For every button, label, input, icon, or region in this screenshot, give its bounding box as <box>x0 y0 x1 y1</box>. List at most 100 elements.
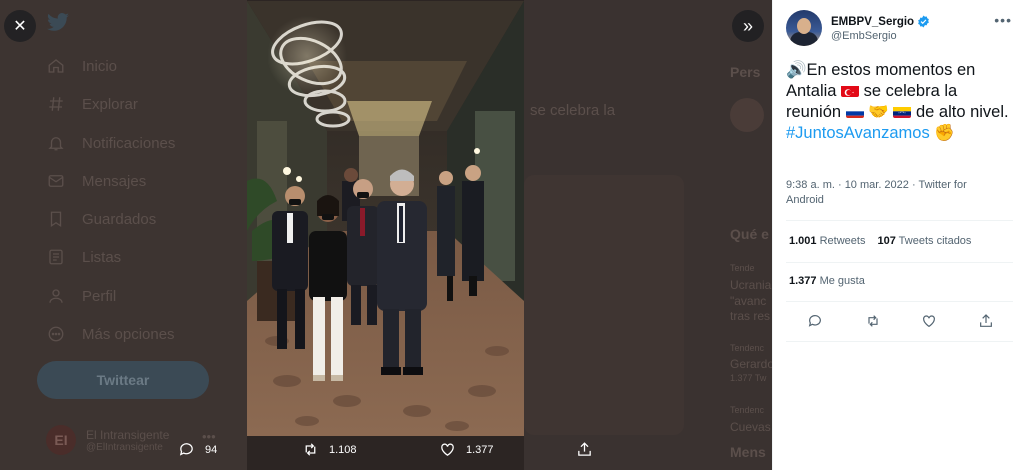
expand-panel-button[interactable]: » <box>732 10 764 42</box>
author-name[interactable]: EMBPV_Sergio <box>831 16 914 28</box>
reply-icon <box>179 443 193 456</box>
background-media-preview <box>524 175 684 435</box>
share-icon <box>578 442 591 456</box>
likes-label: Me gusta <box>819 275 865 287</box>
like-button[interactable] <box>919 311 939 331</box>
tweet-photo[interactable] <box>247 1 524 436</box>
nav-label: Más opciones <box>82 325 175 343</box>
nav-label: Explorar <box>82 95 138 113</box>
list-icon <box>46 247 66 267</box>
trend-snippet: Tende <box>730 263 755 273</box>
nav-label: Guardados <box>82 210 157 228</box>
avatar[interactable] <box>786 10 822 46</box>
tweet-button[interactable]: Twittear <box>37 361 209 399</box>
nav-item-explore[interactable]: Explorar <box>46 94 138 114</box>
reply-icon <box>808 315 821 327</box>
turkey-flag-icon <box>841 84 860 97</box>
russia-flag-icon <box>845 105 864 118</box>
more-options-button[interactable]: ••• <box>994 12 1012 28</box>
retweet-icon <box>868 315 878 327</box>
more-horizontal-icon: ••• <box>994 12 1012 28</box>
nav-item-notifications[interactable]: Notificaciones <box>46 133 175 153</box>
nav-label: Inicio <box>82 57 118 75</box>
background-tweet-snippet: se celebra la <box>530 102 616 119</box>
nav-item-profile[interactable]: Perfil <box>46 286 116 306</box>
trend-snippet: 1.377 Tw <box>730 373 767 383</box>
share-button[interactable] <box>576 441 593 458</box>
more-icon <box>46 324 66 344</box>
share-icon <box>980 314 992 327</box>
tweet-author[interactable]: EMBPV_Sergio @EmbSergio <box>786 10 930 46</box>
trend-snippet: "avanc <box>730 294 767 308</box>
venezuela-flag-icon <box>893 105 912 118</box>
tweet-action-bar <box>773 311 1024 331</box>
reply-button[interactable]: 94 <box>178 441 217 458</box>
reply-count: 94 <box>205 443 218 456</box>
retweets-label: Retweets <box>819 235 866 247</box>
nav-label: Mensajes <box>82 172 147 190</box>
share-button[interactable] <box>976 311 996 331</box>
background-side-heading: Pers <box>730 64 761 80</box>
nav-label: Notificaciones <box>82 134 176 152</box>
retweet-button[interactable] <box>863 311 883 331</box>
media-action-bar: 94 1.108 1.377 <box>0 441 772 467</box>
quotes-label: Tweets citados <box>898 235 972 247</box>
retweets-stat[interactable]: 1.001 Retweets <box>789 235 865 247</box>
tweet-stats: 1.001 Retweets 107 Tweets citados <box>789 235 971 247</box>
nav-item-home[interactable]: Inicio <box>46 56 117 76</box>
home-icon <box>46 56 66 76</box>
likes-count: 1.377 <box>789 275 817 287</box>
nav-label: Perfil <box>82 287 117 305</box>
divider <box>786 262 1013 263</box>
hashtag-link[interactable]: #JuntosAvanzamos <box>786 124 930 142</box>
verified-badge-icon <box>918 15 929 28</box>
like-count: 1.377 <box>466 443 494 456</box>
nav-item-bookmarks[interactable]: Guardados <box>46 209 156 229</box>
trend-snippet: Tendenc <box>730 405 765 415</box>
trend-snippet: Tendenc <box>730 343 765 353</box>
divider <box>786 301 1013 302</box>
raised-fist-icon: ✊ <box>934 124 955 142</box>
retweet-count: 1.108 <box>329 443 357 456</box>
trends-heading: Qué e <box>730 226 769 242</box>
heart-icon <box>441 443 454 456</box>
tweet-detail-panel: EMBPV_Sergio @EmbSergio ••• 🔊En estos mo… <box>772 0 1024 470</box>
trend-snippet: tras res <box>730 309 771 323</box>
reply-button[interactable] <box>805 311 825 331</box>
nav-label: Listas <box>82 248 122 266</box>
heart-icon <box>923 315 935 328</box>
trend-snippet: Ucrania <box>730 278 772 292</box>
handshake-icon: 🤝 <box>868 103 889 121</box>
nav-item-more[interactable]: Más opciones <box>46 324 175 344</box>
trend-snippet: Gerardo <box>730 357 772 371</box>
divider <box>786 341 1013 342</box>
hashtag-icon <box>46 94 66 114</box>
divider <box>786 220 1013 221</box>
twitter-logo-icon <box>47 13 69 31</box>
likes-stat[interactable]: 1.377 Me gusta <box>789 275 865 287</box>
retweets-count: 1.001 <box>789 235 817 247</box>
nav-item-lists[interactable]: Listas <box>46 247 121 267</box>
tweet-text-part: de alto nivel. <box>915 103 1009 121</box>
person-icon <box>46 286 66 306</box>
retweet-icon <box>305 443 316 456</box>
tweet-text: 🔊En estos momentos en Antalia se celebra… <box>786 60 1011 144</box>
close-icon: ✕ <box>13 18 27 35</box>
like-button[interactable]: 1.377 <box>439 441 494 458</box>
bookmark-icon <box>46 209 66 229</box>
quotes-stat[interactable]: 107 Tweets citados <box>877 235 971 247</box>
author-name-row: EMBPV_Sergio <box>831 15 930 28</box>
double-chevron-right-icon: » <box>742 15 753 36</box>
quotes-count: 107 <box>877 235 896 247</box>
close-button[interactable]: ✕ <box>4 10 36 42</box>
author-handle: @EmbSergio <box>831 30 897 42</box>
nav-item-messages[interactable]: Mensajes <box>46 171 146 191</box>
account-name: El Intransigente <box>86 427 170 442</box>
retweet-button[interactable]: 1.108 <box>302 441 357 458</box>
tweet-timestamp[interactable]: 9:38 a. m. · 10 mar. 2022 · Twitter for … <box>786 178 1006 208</box>
background-sidebar: Inicio Explorar Notificaciones Mensajes … <box>0 0 247 470</box>
trend-snippet: Cuevas <box>730 420 771 434</box>
avatar <box>730 98 764 132</box>
hallway-photo-illustration <box>247 1 524 436</box>
mail-icon <box>46 171 66 191</box>
